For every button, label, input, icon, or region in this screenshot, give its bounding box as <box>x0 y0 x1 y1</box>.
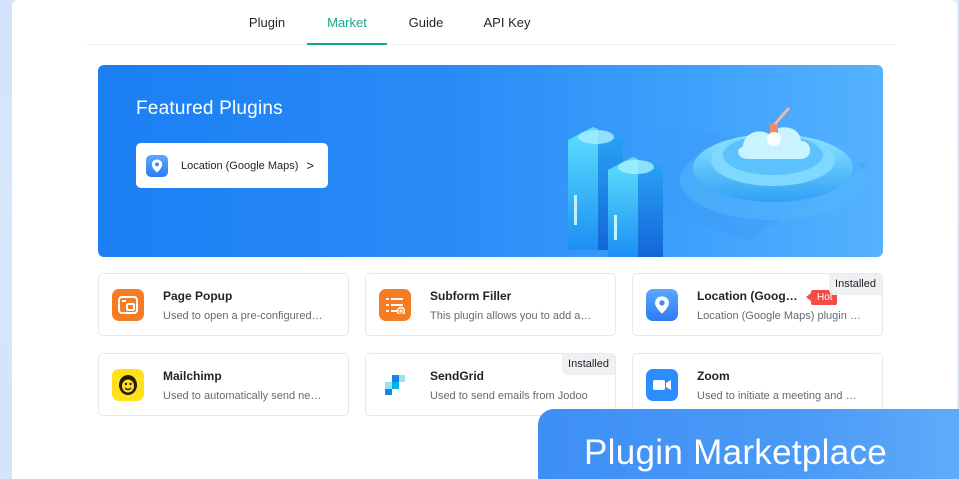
plugin-card-subform-filler[interactable]: Subform Filler This plugin allows you to… <box>365 273 616 336</box>
plugin-description: Used to send emails from Jodoo <box>430 390 588 402</box>
plugin-name: SendGrid <box>430 369 485 383</box>
popup-window-icon <box>112 289 144 321</box>
mailchimp-icon <box>112 369 144 401</box>
map-pin-icon <box>146 154 168 177</box>
plugin-card-mailchimp[interactable]: Mailchimp Used to automatically send ne… <box>98 353 349 416</box>
featured-plugin-link[interactable]: Location (Google Maps) > <box>136 143 328 188</box>
installed-badge: Installed <box>562 354 615 375</box>
plugin-card-sendgrid[interactable]: SendGrid Installed Used to send emails f… <box>365 353 616 416</box>
plugin-description: Used to automatically send ne… <box>163 390 322 402</box>
active-tab-indicator <box>307 43 387 45</box>
plugin-name: Location (Goog… <box>697 289 798 303</box>
featured-plugin-label: Location (Google Maps) <box>181 159 299 172</box>
sendgrid-icon <box>379 369 411 401</box>
tab-market[interactable]: Market <box>307 5 387 45</box>
plugin-card-location[interactable]: Location (Goog… Hot Installed Location (… <box>632 273 883 336</box>
chevron-right-icon: > <box>306 158 314 173</box>
map-pin-icon <box>646 289 678 321</box>
plugin-description: This plugin allows you to add a… <box>430 310 592 322</box>
plugin-description: Used to open a pre-configured… <box>163 310 323 322</box>
list-add-icon <box>379 289 411 321</box>
featured-banner: Featured Plugins Location (Google Maps) … <box>98 65 883 257</box>
plugin-name: Mailchimp <box>163 369 222 383</box>
top-navigation: Plugin Market Guide API Key <box>86 5 896 45</box>
video-camera-icon <box>646 369 678 401</box>
plugin-name: Page Popup <box>163 289 233 303</box>
plugin-card-zoom[interactable]: Zoom Used to initiate a meeting and … <box>632 353 883 416</box>
plugin-description: Location (Google Maps) plugin … <box>697 310 861 322</box>
plugin-marketplace-caption: Plugin Marketplace <box>538 409 959 479</box>
tab-guide[interactable]: Guide <box>398 5 454 45</box>
tab-api-key[interactable]: API Key <box>472 5 542 45</box>
servers-cloud-illustration <box>558 107 868 257</box>
tab-plugin[interactable]: Plugin <box>234 5 300 45</box>
plugin-card-page-popup[interactable]: Page Popup Used to open a pre-configured… <box>98 273 349 336</box>
plugin-description: Used to initiate a meeting and … <box>697 390 857 402</box>
banner-title: Featured Plugins <box>136 98 283 119</box>
plugin-name: Subform Filler <box>430 289 512 303</box>
installed-badge: Installed <box>829 274 882 295</box>
plugin-name: Zoom <box>697 369 730 383</box>
